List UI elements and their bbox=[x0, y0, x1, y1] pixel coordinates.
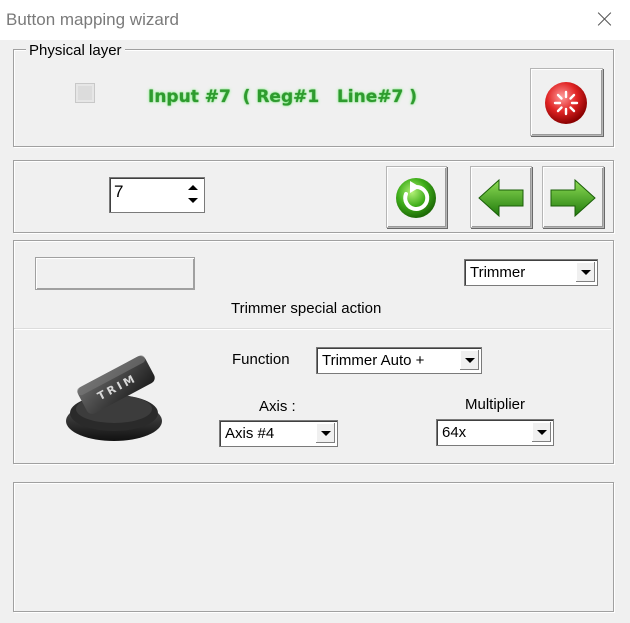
trim-knob-icon: TRIM bbox=[66, 355, 162, 441]
input-status-text: Input #7 ( Reg#1 Line#7 ) bbox=[148, 87, 418, 107]
info-group bbox=[13, 482, 614, 612]
multiplier-select[interactable]: 64x bbox=[436, 419, 554, 446]
chevron-down-icon[interactable] bbox=[575, 262, 595, 282]
red-stop-icon bbox=[545, 82, 587, 124]
title-bar: Button mapping wizard bbox=[0, 0, 630, 40]
multiplier-value: 64x bbox=[442, 424, 467, 441]
action-caption: Trimmer special action bbox=[231, 300, 382, 317]
input-checkbox[interactable] bbox=[76, 84, 94, 102]
action-button[interactable] bbox=[35, 257, 195, 290]
function-value: Trimmer Auto + bbox=[322, 352, 425, 369]
action-type-select[interactable]: Trimmer bbox=[464, 259, 598, 286]
green-left-arrow-icon bbox=[478, 178, 524, 218]
green-refresh-icon bbox=[396, 178, 436, 218]
input-spinner[interactable]: 7 bbox=[109, 177, 205, 213]
next-button[interactable] bbox=[542, 166, 604, 228]
function-select[interactable]: Trimmer Auto + bbox=[316, 347, 482, 374]
window-title: Button mapping wizard bbox=[6, 10, 179, 29]
previous-button[interactable] bbox=[470, 166, 532, 228]
spin-up-icon[interactable] bbox=[186, 182, 200, 194]
stop-button[interactable] bbox=[530, 68, 603, 136]
function-label: Function bbox=[232, 351, 290, 368]
spinner-value: 7 bbox=[114, 182, 124, 201]
action-type-value: Trimmer bbox=[470, 264, 526, 281]
chevron-down-icon[interactable] bbox=[315, 423, 335, 443]
spin-down-icon[interactable] bbox=[186, 195, 200, 207]
green-right-arrow-icon bbox=[550, 178, 596, 218]
axis-value: Axis #4 bbox=[225, 425, 275, 442]
axis-label: Axis : bbox=[259, 398, 296, 415]
chevron-down-icon[interactable] bbox=[459, 350, 479, 370]
multiplier-label: Multiplier bbox=[465, 396, 526, 413]
chevron-down-icon[interactable] bbox=[531, 422, 551, 442]
refresh-button[interactable] bbox=[386, 166, 447, 228]
close-icon[interactable] bbox=[590, 4, 620, 34]
action-divider bbox=[14, 328, 611, 330]
axis-select[interactable]: Axis #4 bbox=[219, 420, 338, 447]
physical-layer-legend: Physical layer bbox=[26, 42, 125, 59]
